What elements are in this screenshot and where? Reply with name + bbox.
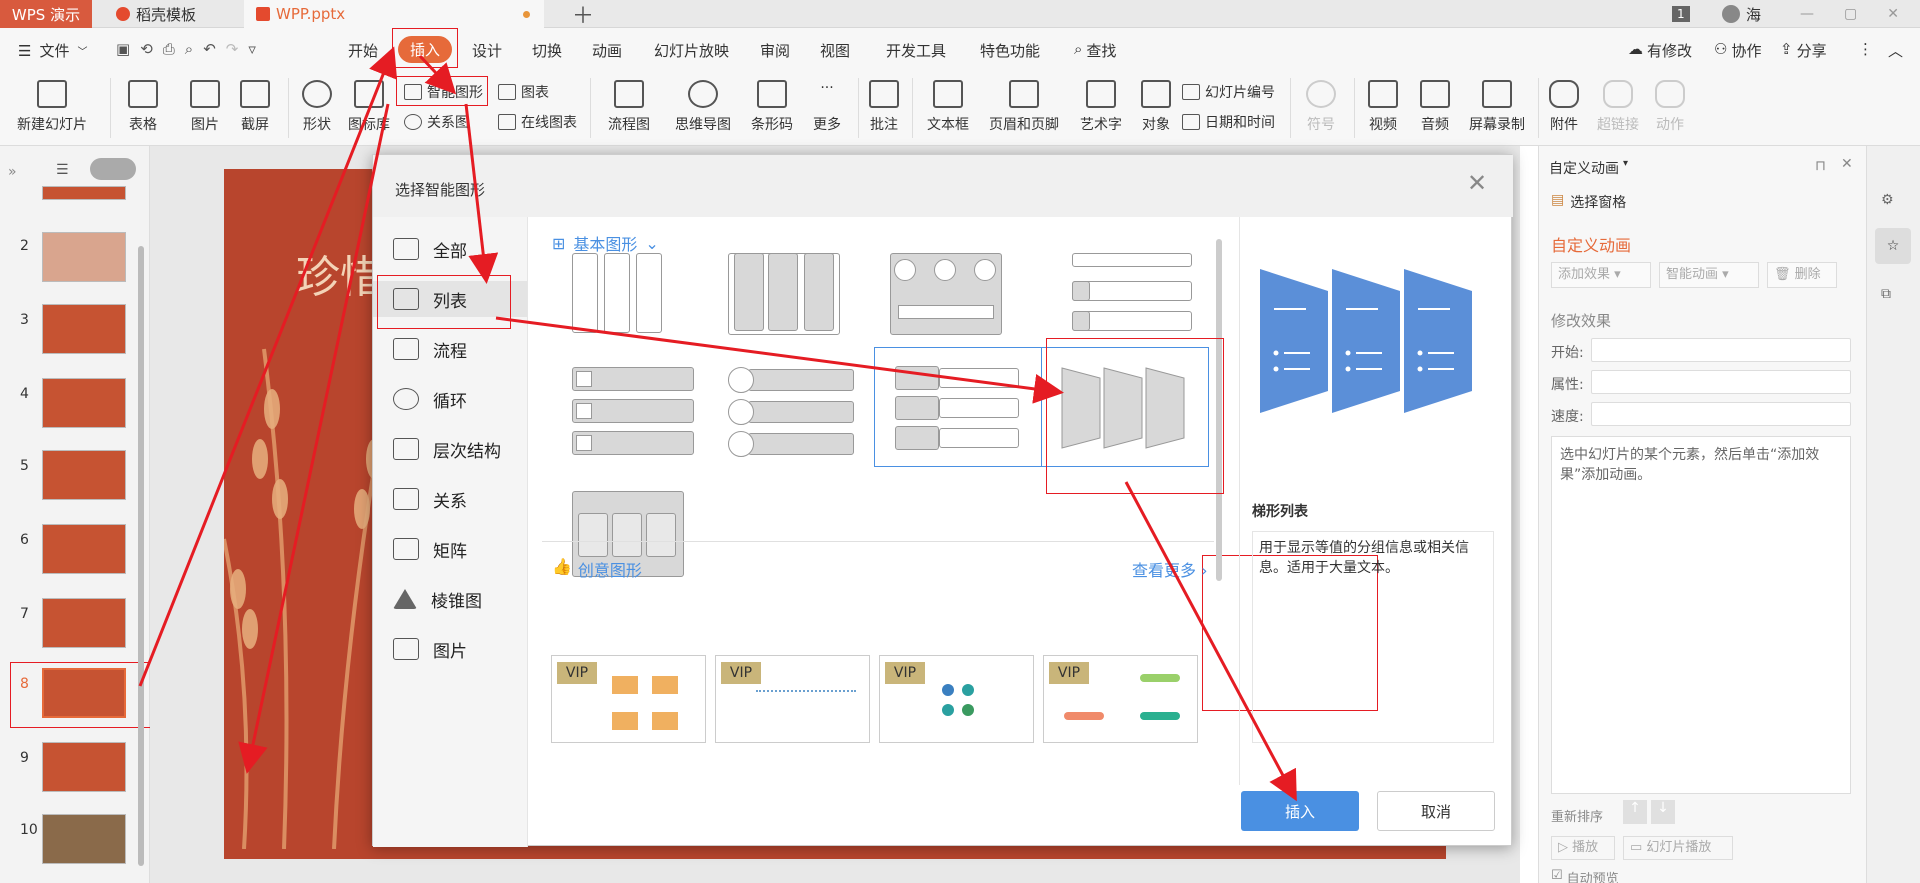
annotation-arrows	[138, 46, 1297, 802]
